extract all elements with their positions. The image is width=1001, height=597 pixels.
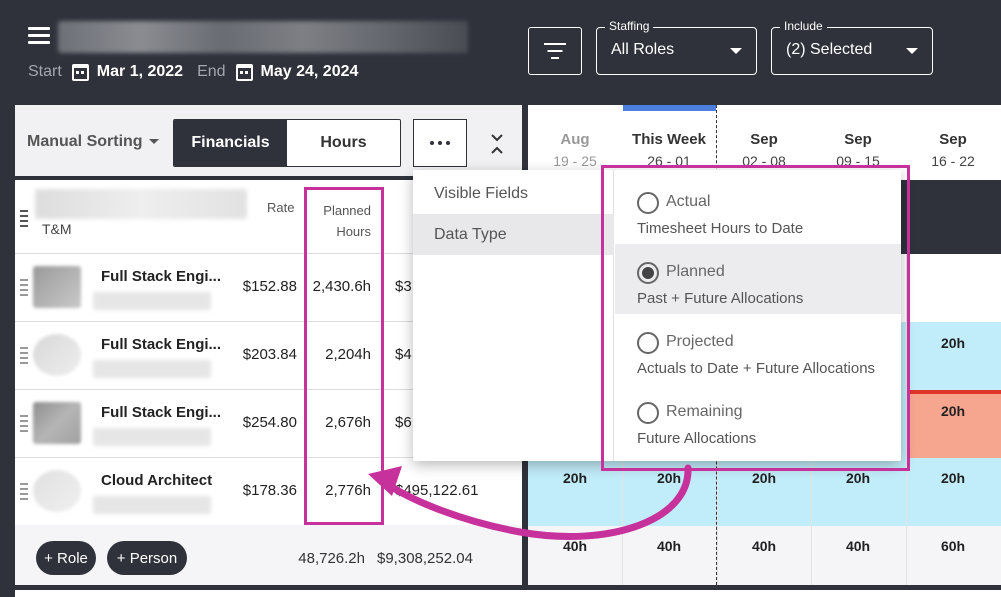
rate-value: $203.84 (242, 346, 297, 363)
total-hours-cell: 40h (751, 538, 777, 554)
menu-data-type[interactable]: Data Type (413, 214, 614, 255)
total-cost: $9,308,252.04 (377, 550, 473, 567)
role-name[interactable]: Full Stack Engi... (101, 336, 221, 353)
top-bar: Start Mar 1, 2022 End May 24, 2024 Staff… (0, 0, 1001, 105)
week-month: This Week (632, 131, 706, 148)
current-week-indicator (623, 105, 716, 111)
chevron-down-icon (906, 48, 918, 54)
include-legend: Include (780, 19, 827, 33)
drag-handle-icon[interactable] (20, 483, 28, 501)
hours-cell[interactable]: 20h (622, 470, 716, 486)
panel-toolbar: Manual Sorting Financials Hours (15, 105, 522, 180)
total-hours: 48,726.2h (298, 550, 365, 567)
view-toggle: Financials Hours (173, 119, 401, 167)
role-name[interactable]: Cloud Architect (101, 472, 212, 489)
drag-handle-icon[interactable] (20, 415, 28, 433)
end-label: End (197, 63, 226, 80)
rate-value: $152.88 (242, 278, 297, 295)
chevron-down-icon (730, 48, 742, 54)
more-horizontal-icon (430, 141, 434, 145)
avatar (33, 470, 81, 512)
person-name-redacted (93, 292, 211, 310)
staffing-value: All Roles (611, 41, 675, 58)
tab-financials[interactable]: Financials (174, 120, 287, 166)
highlight-data-type-options (601, 165, 910, 471)
sort-dropdown[interactable]: Manual Sorting (27, 133, 159, 151)
menu-visible-fields[interactable]: Visible Fields (413, 173, 614, 214)
total-hours-cell: 40h (656, 538, 682, 554)
total-hours-cell: 40h (562, 538, 588, 554)
calendar-icon[interactable] (235, 63, 253, 81)
person-name-redacted (93, 496, 211, 514)
collapse-icon[interactable] (490, 133, 504, 155)
project-title-redacted (58, 21, 468, 53)
avatar (33, 334, 81, 376)
hours-cell[interactable]: 20h (811, 470, 905, 486)
hours-cell[interactable]: 20h (906, 335, 1000, 351)
week-column[interactable]: Sep 02 - 08 (717, 131, 811, 169)
week-column[interactable]: Sep 09 - 15 (811, 131, 905, 169)
drag-handle-icon[interactable] (20, 279, 28, 297)
more-options-button[interactable] (413, 119, 467, 167)
total-hours-cell: 40h (845, 538, 871, 554)
week-month: Aug (560, 131, 590, 148)
week-month: Sep (844, 131, 872, 148)
totals-row (528, 526, 1001, 585)
cost-value: $495,122.61 (395, 482, 479, 499)
add-person-button[interactable]: + Person (107, 541, 187, 575)
table-footer: + Role + Person 48,726.2h $9,308,252.04 (15, 525, 522, 585)
include-select[interactable]: Include (2) Selected (771, 19, 933, 75)
role-name[interactable]: Full Stack Engi... (101, 268, 221, 285)
week-days: 16 - 22 (931, 153, 975, 169)
hamburger-icon[interactable] (28, 27, 50, 45)
hours-cell[interactable]: 20h (906, 470, 1000, 486)
group-name-redacted (35, 189, 247, 219)
include-value: (2) Selected (786, 41, 873, 58)
end-date[interactable]: May 24, 2024 (261, 63, 359, 81)
start-date[interactable]: Mar 1, 2022 (97, 63, 183, 81)
drag-handle-icon[interactable] (20, 347, 28, 365)
week-month: Sep (939, 131, 967, 148)
person-name-redacted (93, 428, 211, 446)
sort-label: Manual Sorting (27, 133, 143, 150)
start-label: Start (28, 63, 62, 80)
highlight-planned-hours-column (304, 187, 384, 525)
week-month: Sep (750, 131, 778, 148)
week-column[interactable]: Sep 16 - 22 (906, 131, 1000, 169)
hours-cell[interactable]: 20h (906, 403, 1000, 419)
week-column[interactable]: This Week 26 - 01 (622, 131, 716, 169)
tab-hours[interactable]: Hours (287, 120, 400, 166)
bottom-strip (15, 590, 1001, 597)
over-allocation-cell[interactable] (906, 390, 1001, 458)
person-name-redacted (93, 360, 211, 378)
hours-cell[interactable]: 20h (528, 470, 622, 486)
popup-menu: Visible Fields Data Type (413, 170, 614, 461)
add-role-button[interactable]: + Role (36, 541, 96, 575)
rate-value: $254.80 (242, 414, 297, 431)
staffing-legend: Staffing (605, 19, 654, 33)
table-row[interactable]: Cloud Architect $178.36 2,776h $495,122.… (15, 458, 522, 526)
chevron-down-icon (148, 139, 159, 145)
week-column[interactable]: Aug 19 - 25 (528, 131, 622, 169)
rate-value: $178.36 (242, 482, 297, 499)
date-range: Start Mar 1, 2022 End May 24, 2024 (28, 62, 372, 82)
filter-button[interactable] (528, 27, 582, 75)
avatar (33, 266, 81, 308)
drag-handle-icon[interactable] (20, 210, 28, 228)
calendar-icon[interactable] (71, 63, 89, 81)
role-name[interactable]: Full Stack Engi... (101, 404, 221, 421)
group-label: T&M (42, 221, 72, 237)
hours-cell[interactable]: 20h (717, 470, 811, 486)
staffing-select[interactable]: Staffing All Roles (596, 19, 757, 75)
filter-icon (544, 43, 566, 45)
col-rate: Rate (267, 200, 295, 215)
avatar (33, 402, 81, 444)
total-hours-cell: 60h (940, 538, 966, 554)
